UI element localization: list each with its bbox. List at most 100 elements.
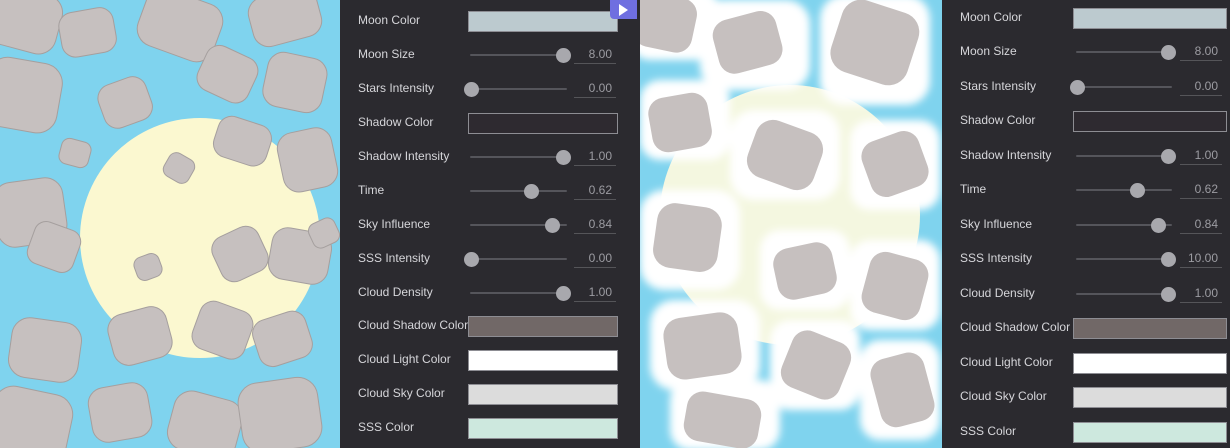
value-field-underline [1180,60,1222,61]
color-swatch-sss-color[interactable] [1073,422,1227,443]
setting-label: Shadow Intensity [960,148,1052,162]
setting-label: Time [358,183,385,197]
value-field-shadow-intensity[interactable]: 1.00 [568,149,612,163]
color-swatch-cloud-sky-color[interactable] [468,384,618,405]
setting-row-cloud-shadow-color: Cloud Shadow Color [340,313,640,339]
setting-label: Moon Size [960,44,1017,58]
setting-label: Stars Intensity [358,81,435,95]
slider-thumb[interactable] [524,184,540,199]
setting-label: Cloud Light Color [960,355,1053,369]
setting-row-sky-influence: Sky Influence 0.84 [942,212,1230,238]
slider-sss-intensity[interactable] [1076,252,1177,267]
slider-shadow-intensity[interactable] [470,150,572,165]
setting-label: Cloud Shadow Color [358,318,469,332]
value-field-underline [574,199,616,200]
color-swatch-shadow-color[interactable] [1073,111,1227,132]
slider-moon-size[interactable] [470,48,572,63]
value-field-underline [574,165,616,166]
setting-label: Cloud Density [960,286,1035,300]
color-swatch-moon-color[interactable] [468,11,618,32]
slider-time[interactable] [1076,183,1172,198]
color-swatch-cloud-sky-color[interactable] [1073,387,1227,408]
slider-thumb[interactable] [464,82,479,97]
value-field-moon-size[interactable]: 8.00 [1174,44,1218,58]
slider-moon-size[interactable] [1076,45,1177,60]
slider-stars-intensity[interactable] [464,82,567,97]
color-swatch-shadow-color[interactable] [468,113,618,134]
value-field-moon-size[interactable]: 8.00 [568,47,612,61]
value-field-cloud-density[interactable]: 1.00 [1174,286,1218,300]
color-swatch-cloud-light-color[interactable] [1073,353,1227,374]
slider-cloud-density[interactable] [1076,287,1177,302]
color-swatch-moon-color[interactable] [1073,8,1227,29]
value-field-underline [1180,267,1222,268]
value-field-underline [1180,164,1222,165]
color-swatch-cloud-shadow-color[interactable] [1073,318,1227,339]
color-swatch-cloud-shadow-color[interactable] [468,316,618,337]
setting-label: Cloud Density [358,285,433,299]
value-field-sss-intensity[interactable]: 0.00 [568,251,612,265]
value-field-underline [574,233,616,234]
value-field-underline [1180,198,1222,199]
slider-time[interactable] [470,184,567,199]
setting-row-sky-influence: Sky Influence 0.84 [340,212,640,238]
setting-label: Cloud Sky Color [960,389,1047,403]
slider-thumb[interactable] [1150,218,1166,233]
setting-row-sss-color: SSS Color [942,419,1230,445]
value-field-sky-influence[interactable]: 0.84 [568,217,612,231]
setting-label: Cloud Light Color [358,352,451,366]
setting-label: SSS Intensity [960,251,1033,265]
value-field-cloud-density[interactable]: 1.00 [568,285,612,299]
scene-viewport-right [640,0,942,448]
setting-row-stars-intensity: Stars Intensity 0.00 [942,74,1230,100]
color-swatch-cloud-light-color[interactable] [468,350,618,371]
value-field-underline [574,267,616,268]
setting-row-cloud-density: Cloud Density 1.00 [340,280,640,306]
value-field-underline [1180,302,1222,303]
setting-label: Moon Color [358,13,421,27]
setting-row-time: Time 0.62 [340,178,640,204]
value-field-time[interactable]: 0.62 [568,183,612,197]
slider-stars-intensity[interactable] [1070,80,1172,95]
color-swatch-sss-color[interactable] [468,418,618,439]
value-field-underline [574,301,616,302]
setting-row-sss-intensity: SSS Intensity 10.00 [942,246,1230,272]
value-field-stars-intensity[interactable]: 0.00 [568,81,612,95]
setting-row-cloud-light-color: Cloud Light Color [340,347,640,373]
scene-viewport-left [0,0,340,448]
slider-sss-intensity[interactable] [464,252,567,267]
setting-label: Shadow Intensity [358,149,450,163]
slider-shadow-intensity[interactable] [1076,149,1177,164]
value-field-sky-influence[interactable]: 0.84 [1174,217,1218,231]
setting-label: Sky Influence [358,217,431,231]
setting-row-shadow-color: Shadow Color [340,110,640,136]
setting-label: Cloud Sky Color [358,386,445,400]
slider-sky-influence[interactable] [470,218,567,233]
setting-row-moon-color: Moon Color [942,5,1230,31]
slider-sky-influence[interactable] [1076,218,1172,233]
setting-row-cloud-sky-color: Cloud Sky Color [942,384,1230,410]
setting-label: Sky Influence [960,217,1033,231]
setting-row-shadow-color: Shadow Color [942,108,1230,134]
value-field-stars-intensity[interactable]: 0.00 [1174,79,1218,93]
setting-row-stars-intensity: Stars Intensity 0.00 [340,76,640,102]
value-field-shadow-intensity[interactable]: 1.00 [1174,148,1218,162]
slider-thumb[interactable] [1129,183,1145,198]
play-button[interactable] [610,0,637,19]
setting-row-moon-color: Moon Color [340,8,640,34]
slider-cloud-density[interactable] [470,286,572,301]
slider-thumb[interactable] [1070,80,1085,95]
setting-label: Moon Color [960,10,1023,24]
slider-thumb[interactable] [545,218,561,233]
setting-row-time: Time 0.62 [942,177,1230,203]
value-field-time[interactable]: 0.62 [1174,182,1218,196]
setting-row-moon-size: Moon Size 8.00 [942,39,1230,65]
setting-row-cloud-light-color: Cloud Light Color [942,350,1230,376]
setting-row-moon-size: Moon Size 8.00 [340,42,640,68]
slider-thumb[interactable] [464,252,479,267]
value-field-sss-intensity[interactable]: 10.00 [1174,251,1218,265]
setting-row-sss-color: SSS Color [340,415,640,441]
setting-row-sss-intensity: SSS Intensity 0.00 [340,246,640,272]
setting-row-cloud-shadow-color: Cloud Shadow Color [942,315,1230,341]
value-field-underline [1180,95,1222,96]
